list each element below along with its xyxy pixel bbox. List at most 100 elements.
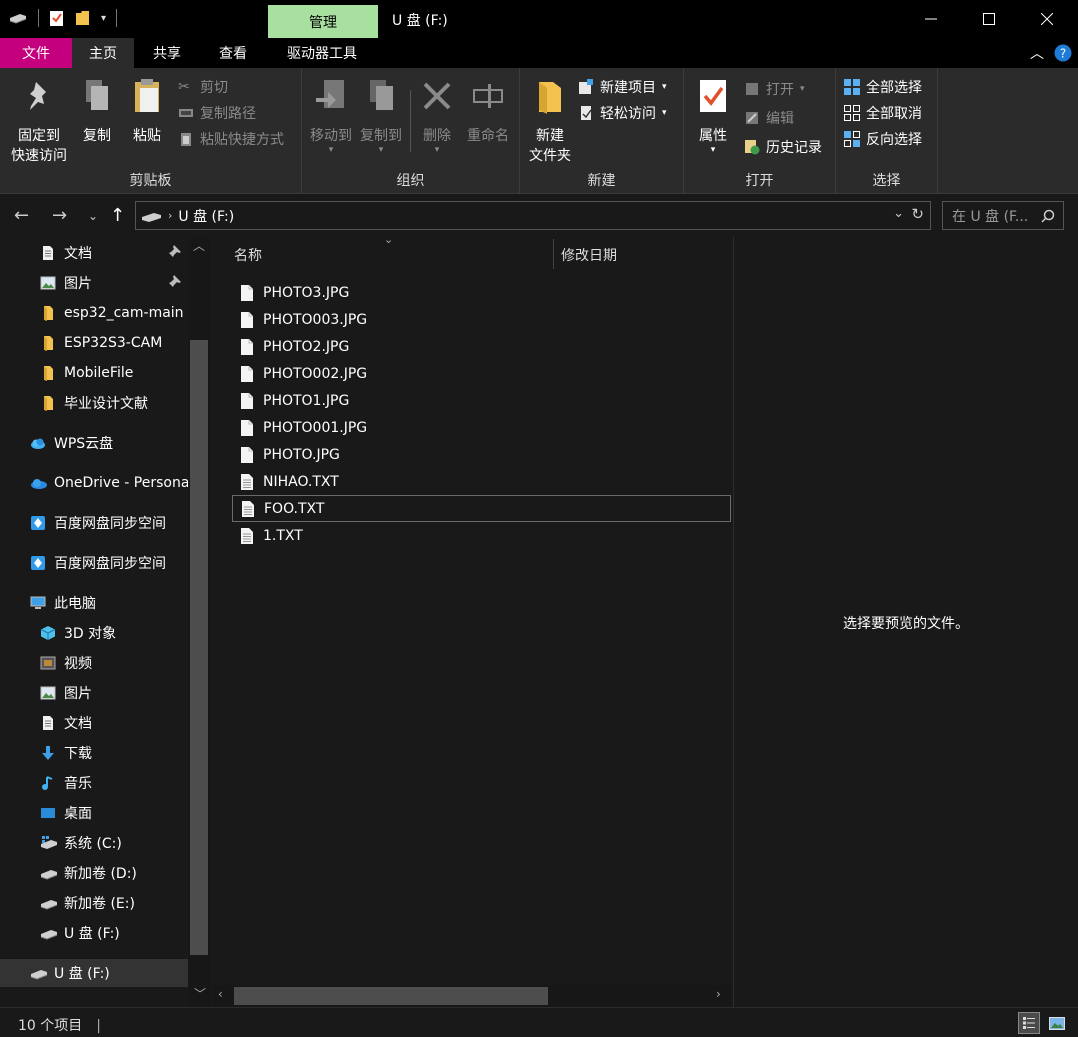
file-row[interactable]: NIHAO.TXT <box>232 468 731 495</box>
nav-item[interactable]: 文档 <box>0 239 188 267</box>
select-all-button[interactable]: 全部选择 <box>844 76 922 98</box>
properties-icon[interactable] <box>49 9 65 27</box>
file-row[interactable]: FOO.TXT <box>232 495 731 522</box>
navigation-pane: 文档 图片 esp32_cam-main ESP32S3-CAM MobileFile 毕… <box>0 237 210 1007</box>
nav-item[interactable]: 毕业设计文献 <box>0 389 188 417</box>
column-separator[interactable] <box>553 239 554 269</box>
usb-drive-icon <box>142 212 161 222</box>
nav-item[interactable]: 视频 <box>0 649 188 677</box>
nav-item[interactable]: 下载 <box>0 739 188 767</box>
maximize-button[interactable] <box>960 0 1018 38</box>
nav-item[interactable]: OneDrive - Personal <box>0 469 188 497</box>
help-icon[interactable]: ? <box>1054 44 1072 62</box>
file-row[interactable]: PHOTO3.JPG <box>232 279 731 306</box>
nav-item[interactable]: 文档 <box>0 709 188 737</box>
nav-item[interactable]: esp32_cam-main <box>0 299 188 327</box>
file-row[interactable]: PHOTO2.JPG <box>232 333 731 360</box>
pin-icon[interactable] <box>168 274 182 292</box>
scroll-up-icon[interactable]: ︿ <box>193 237 205 254</box>
scroll-left-icon[interactable]: ‹ <box>218 987 223 1001</box>
customize-qat-icon[interactable]: ▾ <box>101 13 106 24</box>
nav-item[interactable]: 百度网盘同步空间 <box>0 549 188 577</box>
nav-item[interactable]: 图片 <box>0 269 188 297</box>
nav-item[interactable]: ESP32S3-CAM <box>0 329 188 357</box>
paste-button[interactable]: 粘贴 <box>124 76 170 146</box>
easy-access-button[interactable]: 轻松访问 ▾ <box>578 102 667 124</box>
nav-item[interactable]: MobileFile <box>0 359 188 387</box>
easy-access-icon <box>581 106 592 120</box>
file-row[interactable]: PHOTO001.JPG <box>232 414 731 441</box>
nav-item[interactable]: U 盘 (F:) <box>0 959 188 987</box>
nav-item[interactable]: WPS云盘 <box>0 429 188 457</box>
file-row[interactable]: PHOTO1.JPG <box>232 387 731 414</box>
new-folder-icon[interactable] <box>75 10 91 26</box>
paste-shortcut-button[interactable]: 粘贴快捷方式 <box>178 128 284 150</box>
file-row[interactable]: 1.TXT <box>232 522 731 549</box>
select-none-button[interactable]: 全部取消 <box>844 102 922 124</box>
nav-item[interactable]: 新加卷 (D:) <box>0 859 188 887</box>
tab-drive-tools[interactable]: 驱动器工具 <box>266 38 378 68</box>
cut-button[interactable]: ✂ 剪切 <box>178 76 228 98</box>
scroll-right-icon[interactable]: › <box>716 987 721 1001</box>
nav-item[interactable]: 3D 对象 <box>0 619 188 647</box>
copy-to-button[interactable]: 复制到 ▾ <box>356 76 406 155</box>
nav-item[interactable]: 桌面 <box>0 799 188 827</box>
breadcrumb-path[interactable]: U 盘 (F:) <box>178 206 234 226</box>
details-view-button[interactable] <box>1018 1012 1040 1034</box>
back-arrow-icon[interactable]: ← <box>14 205 29 226</box>
file-row[interactable]: PHOTO003.JPG <box>232 306 731 333</box>
history-button[interactable]: 历史记录 <box>744 136 822 158</box>
address-dropdown-icon[interactable]: ⌄ <box>893 206 904 221</box>
recent-locations-icon[interactable]: ⌄ <box>88 209 98 223</box>
search-box[interactable]: 在 U 盘 (F... <box>942 201 1064 230</box>
file-row[interactable]: PHOTO.JPG <box>232 441 731 468</box>
rename-button[interactable]: 重命名 <box>462 76 514 146</box>
new-item-button[interactable]: 新建项目 ▾ <box>578 76 667 98</box>
edit-button[interactable]: 编辑 <box>744 107 794 129</box>
navigation-pane-scrollbar[interactable]: ︿ ﹀ <box>188 237 210 1007</box>
nav-item[interactable]: 音乐 <box>0 769 188 797</box>
column-header-modified[interactable]: 修改日期 <box>561 245 617 265</box>
breadcrumb-separator-icon[interactable]: › <box>168 209 172 222</box>
column-header-name[interactable]: 名称 <box>234 245 262 265</box>
manage-context-tab[interactable]: 管理 <box>268 5 378 38</box>
pin-to-quick-access-button[interactable]: 固定到 快速访问 <box>8 76 70 166</box>
nav-item[interactable]: 百度网盘同步空间 <box>0 509 188 537</box>
collapse-ribbon-icon[interactable]: ︿ <box>1030 43 1044 63</box>
minimize-button[interactable] <box>902 0 960 38</box>
scroll-down-icon[interactable]: ﹀ <box>194 985 206 1002</box>
file-list-horizontal-scrollbar[interactable]: ‹ › <box>212 985 732 1007</box>
file-row[interactable]: PHOTO002.JPG <box>232 360 731 387</box>
new-folder-button[interactable]: 新建 文件夹 <box>524 76 576 166</box>
nav-item-label: 毕业设计文献 <box>64 396 148 412</box>
separator <box>410 90 411 152</box>
large-icons-view-button[interactable] <box>1046 1013 1068 1033</box>
copy-button[interactable]: 复制 <box>74 76 120 146</box>
refresh-icon[interactable]: ↻ <box>911 205 924 223</box>
pin-icon[interactable] <box>168 244 182 262</box>
address-bar[interactable]: › U 盘 (F:) ⌄ ↻ <box>135 201 931 230</box>
copy-to-label: 复制到 <box>360 128 402 144</box>
tab-home[interactable]: 主页 <box>72 38 134 68</box>
tab-view[interactable]: 查看 <box>200 38 266 68</box>
invert-selection-button[interactable]: 反向选择 <box>844 128 922 150</box>
close-button[interactable] <box>1018 0 1076 38</box>
copy-path-button[interactable]: 复制路径 <box>178 102 256 124</box>
up-arrow-icon[interactable]: ↑ <box>110 205 125 226</box>
nav-item[interactable]: U 盘 (F:) <box>0 919 188 947</box>
move-to-button[interactable]: 移动到 ▾ <box>306 76 356 155</box>
nav-item[interactable]: 系统 (C:) <box>0 829 188 857</box>
pin-label: 固定到 快速访问 <box>11 128 67 164</box>
scrollbar-thumb[interactable] <box>190 340 208 955</box>
nav-item[interactable]: 图片 <box>0 679 188 707</box>
delete-button[interactable]: 删除 ▾ <box>416 76 458 155</box>
scrollbar-thumb[interactable] <box>234 987 548 1005</box>
tab-file[interactable]: 文件 <box>0 38 72 68</box>
properties-button[interactable]: 属性 ▾ <box>690 76 736 155</box>
forward-arrow-icon[interactable]: → <box>52 205 67 226</box>
nav-item[interactable]: 此电脑 <box>0 589 188 617</box>
open-button[interactable]: 打开 ▾ <box>744 78 805 100</box>
tab-share[interactable]: 共享 <box>134 38 200 68</box>
pin-icon <box>30 82 46 110</box>
nav-item[interactable]: 新加卷 (E:) <box>0 889 188 917</box>
